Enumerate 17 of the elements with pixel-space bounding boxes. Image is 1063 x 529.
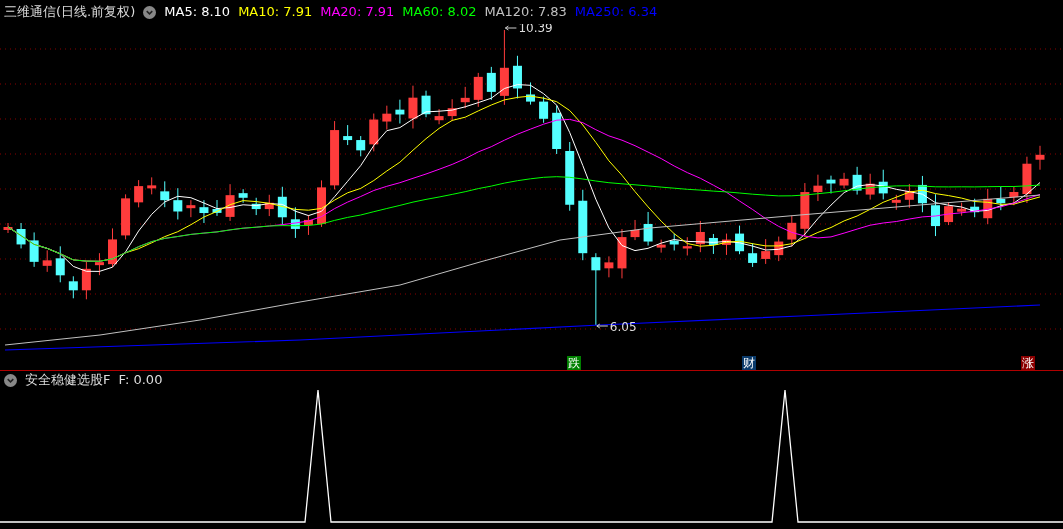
indicator-title: 安全稳健选股F <box>25 371 111 390</box>
chart-title: 三维通信(日线.前复权) <box>4 3 136 22</box>
indicator-legend: MA5: 8.10 <box>164 2 231 22</box>
price-label: 6.05 <box>609 320 637 334</box>
indicator-legend: MA20: 7.91 <box>320 2 395 22</box>
leader-line <box>504 25 517 31</box>
event-marker: 跌 <box>567 356 581 370</box>
event-marker: 财 <box>742 356 756 370</box>
leader-line <box>596 323 609 329</box>
dropdown-icon[interactable] <box>143 5 157 19</box>
indicator-legend: MA10: 7.91 <box>238 2 313 22</box>
event-marker: 涨 <box>1021 356 1035 370</box>
indicator-legend: MA250: 6.34 <box>574 2 658 22</box>
indicator-value: F: 0.00 <box>118 371 163 390</box>
dropdown-icon[interactable] <box>4 373 17 387</box>
indicator-legend: MA60: 8.02 <box>402 2 477 22</box>
indicator-legend: MA120: 7.83 <box>484 2 567 22</box>
